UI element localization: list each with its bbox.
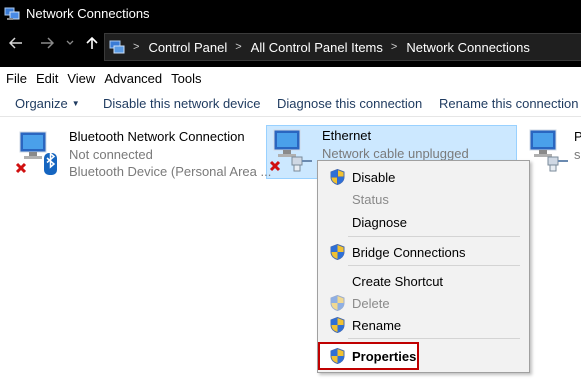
menu-item-label: Create Shortcut — [352, 273, 444, 289]
menu-item-label: Rename — [352, 317, 402, 333]
address-bar[interactable]: > Control Panel > All Control Panel Item… — [104, 33, 581, 61]
connection-name: P — [574, 129, 581, 144]
menu-item-bridge-connections[interactable]: Bridge Connections — [318, 241, 529, 263]
menu-item-label: Delete — [352, 295, 390, 311]
connection-status: s — [574, 147, 581, 162]
recent-locations-button[interactable] — [66, 35, 74, 57]
menu-bar: File Edit View Advanced Tools — [0, 67, 581, 89]
breadcrumb-all-control-panel-items[interactable]: All Control Panel Items — [251, 40, 383, 55]
uac-shield-icon — [330, 295, 345, 311]
connection-name: Ethernet — [322, 128, 372, 143]
up-button[interactable] — [86, 35, 98, 57]
caret-down-icon: ▼ — [71, 99, 80, 108]
menu-item-status[interactable]: Status — [318, 188, 529, 210]
arrow-right-icon — [41, 37, 55, 49]
menu-item-label: Properties — [352, 348, 417, 364]
menu-item-label: Bridge Connections — [352, 244, 466, 260]
breadcrumb-control-panel[interactable]: Control Panel — [148, 40, 227, 55]
arrow-up-icon — [86, 36, 98, 49]
menu-item-label: Disable — [352, 169, 396, 185]
breadcrumb-separator[interactable]: > — [391, 41, 397, 53]
arrow-left-icon — [8, 37, 22, 49]
chevron-down-icon — [66, 40, 74, 45]
connection-item-bluetooth[interactable]: Bluetooth Network Connection Not connect… — [0, 117, 271, 185]
connection-status: Network cable unplugged — [322, 146, 469, 161]
diagnose-connection-button[interactable]: Diagnose this connection — [277, 96, 422, 111]
menu-item-disable[interactable]: Disable — [318, 166, 529, 188]
uac-shield-icon — [330, 348, 345, 364]
breadcrumb-separator[interactable]: > — [235, 41, 241, 53]
network-connections-icon — [4, 7, 20, 20]
connection-device: Bluetooth Device (Personal Area ... — [69, 164, 272, 179]
navigation-bar: > Control Panel > All Control Panel Item… — [0, 27, 581, 67]
uac-shield-icon — [330, 169, 345, 185]
network-adapter-icon — [529, 129, 568, 172]
window-title: Network Connections — [26, 6, 150, 21]
menu-tools[interactable]: Tools — [171, 71, 201, 86]
breadcrumb-network-connections[interactable]: Network Connections — [406, 40, 530, 55]
disconnected-x-icon — [269, 160, 281, 172]
title-bar: Network Connections — [0, 0, 581, 27]
breadcrumb-separator: > — [133, 41, 140, 53]
menu-item-label: Status — [352, 191, 389, 207]
menu-separator — [348, 265, 520, 266]
disconnected-x-icon — [15, 162, 27, 174]
menu-item-diagnose[interactable]: Diagnose — [318, 211, 529, 233]
menu-file[interactable]: File — [6, 71, 27, 86]
menu-separator — [348, 236, 520, 237]
menu-item-rename[interactable]: Rename — [318, 314, 529, 336]
rename-connection-button[interactable]: Rename this connection — [439, 96, 578, 111]
menu-item-create-shortcut[interactable]: Create Shortcut — [318, 270, 529, 292]
connection-item-partial[interactable]: P s — [522, 117, 581, 185]
command-bar: Organize ▼ Disable this network device Di… — [0, 89, 581, 117]
organize-button[interactable]: Organize ▼ — [15, 96, 80, 111]
connection-status: Not connected — [69, 147, 153, 162]
ethernet-cable-icon — [291, 156, 312, 172]
menu-item-properties[interactable]: Properties — [318, 345, 529, 367]
network-adapter-icon — [15, 131, 57, 175]
menu-item-label: Diagnose — [352, 214, 407, 230]
context-menu: Disable Status Diagnose Bridge Connectio… — [317, 160, 530, 373]
ethernet-cable-icon — [547, 156, 568, 172]
disable-device-button[interactable]: Disable this network device — [103, 96, 261, 111]
network-adapter-icon — [269, 129, 312, 172]
menu-separator — [348, 338, 520, 339]
control-panel-icon — [109, 40, 125, 54]
forward-button[interactable] — [40, 35, 55, 57]
menu-advanced[interactable]: Advanced — [104, 71, 162, 86]
connection-name: Bluetooth Network Connection — [69, 129, 245, 144]
organize-label: Organize — [15, 96, 68, 111]
menu-edit[interactable]: Edit — [36, 71, 58, 86]
menu-view[interactable]: View — [67, 71, 95, 86]
back-button[interactable] — [8, 35, 23, 57]
uac-shield-icon — [330, 317, 345, 333]
menu-item-delete[interactable]: Delete — [318, 292, 529, 314]
uac-shield-icon — [330, 244, 345, 260]
